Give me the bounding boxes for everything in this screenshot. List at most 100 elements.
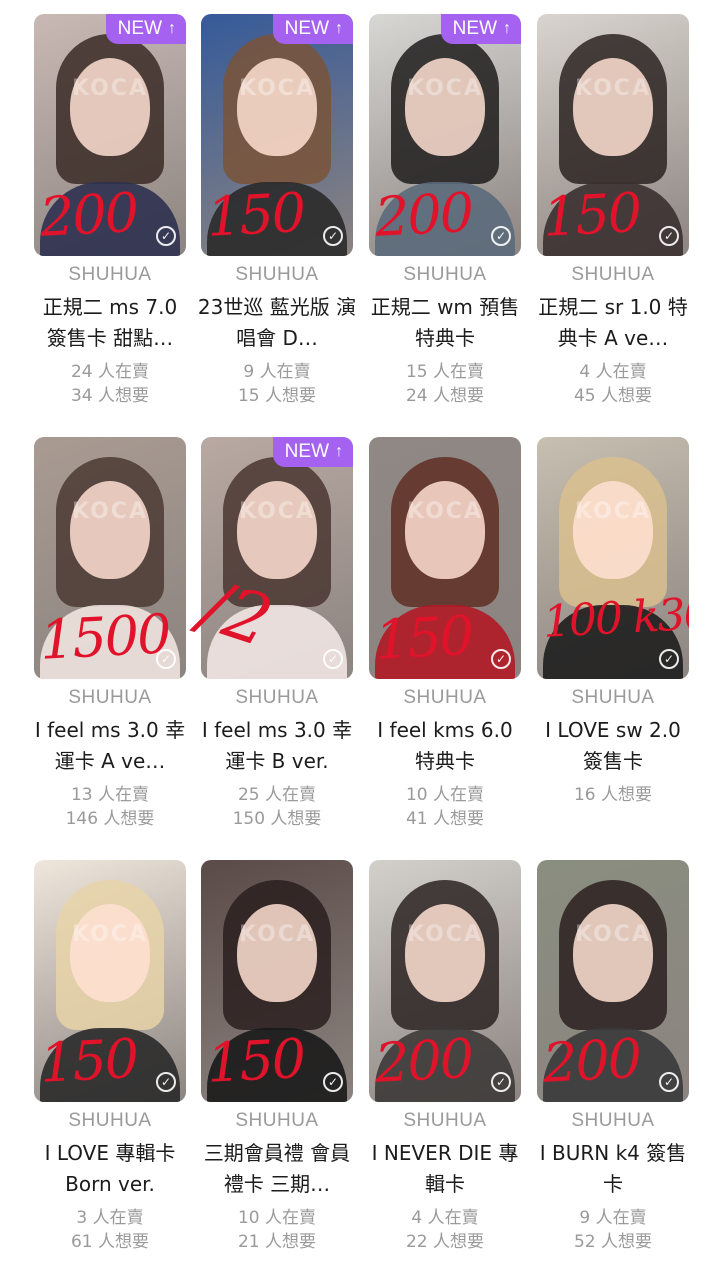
card-stats: 16 人想要 bbox=[537, 783, 689, 807]
selling-count: 10 人在賣 bbox=[405, 785, 485, 805]
check-circle-icon[interactable]: ✓ bbox=[659, 649, 679, 669]
card-title[interactable]: 23世巡 藍光版 演唱會 D… bbox=[197, 292, 357, 354]
selling-count: 13 人在賣 bbox=[70, 785, 150, 805]
card-stats: 9 人在賣 15 人想要 bbox=[201, 360, 353, 408]
face-shape bbox=[70, 481, 150, 579]
wanting-count: 24 人想要 bbox=[405, 386, 485, 406]
card-title[interactable]: 正規二 ms 7.0 簽售卡 甜點… bbox=[30, 292, 190, 354]
product-card[interactable]: KOCA 150 ✓ SHUHUA 三期會員禮 會員禮卡 三期… 10 人在賣 21 人想… bbox=[201, 860, 369, 1262]
watermark: KOCA bbox=[575, 922, 651, 947]
product-card[interactable]: KOCA 150 ✓ SHUHUA 正規二 sr 1.0 特典卡 A ve… 4 人在賣… bbox=[537, 14, 705, 434]
artist-name: SHUHUA bbox=[403, 687, 487, 708]
new-badge-label: NEW bbox=[284, 441, 329, 462]
check-circle-icon[interactable]: ✓ bbox=[491, 226, 511, 246]
wanting-count: 34 人想要 bbox=[70, 386, 150, 406]
check-circle-icon[interactable]: ✓ bbox=[156, 226, 176, 246]
card-title[interactable]: I NEVER DIE 專輯卡 bbox=[365, 1138, 525, 1200]
arrow-up-icon: ↑ bbox=[503, 20, 511, 37]
wanting-count: 41 人想要 bbox=[405, 809, 485, 829]
check-circle-icon[interactable]: ✓ bbox=[156, 649, 176, 669]
card-photo[interactable]: KOCA 100 k300 ✓ bbox=[537, 437, 689, 679]
watermark: KOCA bbox=[407, 499, 483, 524]
product-card[interactable]: KOCA 150 ✓ SHUHUA I LOVE 專輯卡 Born ver. 3 人在賣… bbox=[34, 860, 202, 1262]
card-photo[interactable]: KOCA NEW ↑ 200 ✓ bbox=[369, 14, 521, 256]
face-shape bbox=[405, 904, 485, 1002]
card-photo[interactable]: KOCA NEW ↑ 150 ✓ bbox=[201, 14, 353, 256]
arrow-up-icon: ↑ bbox=[335, 443, 343, 460]
card-stats: 4 人在賣 45 人想要 bbox=[537, 360, 689, 408]
face-shape bbox=[237, 481, 317, 579]
handwritten-price: 100 k300 bbox=[541, 586, 689, 648]
card-stats: 25 人在賣 150 人想要 bbox=[201, 783, 353, 831]
wanting-count: 15 人想要 bbox=[237, 386, 317, 406]
card-stats: 10 人在賣 41 人想要 bbox=[369, 783, 521, 831]
product-card[interactable]: KOCA 1500 ✓ SHUHUA I feel ms 3.0 幸運卡 A ve… 1… bbox=[34, 437, 202, 857]
check-circle-icon[interactable]: ✓ bbox=[323, 226, 343, 246]
wanting-count: 61 人想要 bbox=[70, 1232, 150, 1252]
face-shape bbox=[237, 58, 317, 156]
card-title[interactable]: I feel kms 6.0 特典卡 bbox=[365, 715, 525, 777]
watermark: KOCA bbox=[72, 922, 148, 947]
selling-count: 4 人在賣 bbox=[411, 1208, 479, 1228]
artist-name: SHUHUA bbox=[403, 1110, 487, 1131]
new-badge: NEW ↑ bbox=[105, 14, 186, 44]
card-title[interactable]: 正規二 sr 1.0 特典卡 A ve… bbox=[533, 292, 693, 354]
product-card[interactable]: KOCA 150 ✓ SHUHUA I feel kms 6.0 特典卡 10 人在賣 4… bbox=[369, 437, 537, 857]
watermark: KOCA bbox=[407, 76, 483, 101]
card-photo[interactable]: KOCA 150 ✓ bbox=[34, 860, 186, 1102]
product-card[interactable]: KOCA 200 ✓ SHUHUA I NEVER DIE 專輯卡 4 人在賣 22 人想… bbox=[369, 860, 537, 1262]
face-shape bbox=[70, 58, 150, 156]
check-circle-icon[interactable]: ✓ bbox=[323, 649, 343, 669]
artist-name: SHUHUA bbox=[571, 264, 655, 285]
watermark: KOCA bbox=[239, 922, 315, 947]
wanting-count: 150 人想要 bbox=[232, 809, 322, 829]
watermark: KOCA bbox=[407, 922, 483, 947]
product-card[interactable]: KOCA NEW ↑ 150 ✓ SHUHUA 23世巡 藍光版 演唱會 D… 9 人在賣 1… bbox=[198, 14, 369, 434]
selling-count: 9 人在賣 bbox=[243, 362, 311, 382]
product-card[interactable]: KOCA NEW ↑ 200 ✓ SHUHUA 正規二 ms 7.0 簽售卡 甜點… 24 … bbox=[34, 14, 202, 434]
card-title[interactable]: 正規二 wm 預售 特典卡 bbox=[365, 292, 525, 354]
check-circle-icon[interactable]: ✓ bbox=[659, 1072, 679, 1092]
card-title[interactable]: 三期會員禮 會員禮卡 三期… bbox=[197, 1138, 357, 1200]
face-shape bbox=[573, 904, 653, 1002]
card-title[interactable]: I LOVE 專輯卡 Born ver. bbox=[30, 1138, 190, 1200]
card-photo[interactable]: KOCA 200 ✓ bbox=[537, 860, 689, 1102]
selling-count: 3 人在賣 bbox=[76, 1208, 144, 1228]
card-stats: 10 人在賣 21 人想要 bbox=[201, 1206, 353, 1254]
check-circle-icon[interactable]: ✓ bbox=[491, 649, 511, 669]
check-circle-icon[interactable]: ✓ bbox=[491, 1072, 511, 1092]
watermark: KOCA bbox=[575, 76, 651, 101]
card-stats: 24 人在賣 34 人想要 bbox=[34, 360, 186, 408]
artist-name: SHUHUA bbox=[571, 1110, 655, 1131]
product-card[interactable]: KOCA 100 k300 ✓ SHUHUA I LOVE sw 2.0 簽售卡 16 … bbox=[537, 437, 705, 857]
card-title[interactable]: I feel ms 3.0 幸運卡 A ve… bbox=[30, 715, 190, 777]
face-shape bbox=[573, 481, 653, 579]
artist-name: SHUHUA bbox=[235, 264, 319, 285]
product-card[interactable]: KOCA 200 ✓ SHUHUA I BURN k4 簽售卡 9 人在賣 52 人想要 bbox=[537, 860, 705, 1262]
face-shape bbox=[405, 58, 485, 156]
card-title[interactable]: I LOVE sw 2.0 簽售卡 bbox=[533, 715, 693, 777]
card-stats: 4 人在賣 22 人想要 bbox=[369, 1206, 521, 1254]
card-photo[interactable]: KOCA 1500 ✓ bbox=[34, 437, 186, 679]
card-photo[interactable]: KOCA NEW ↑ 200 ✓ bbox=[34, 14, 186, 256]
card-photo[interactable]: KOCA 150 ✓ bbox=[201, 860, 353, 1102]
artist-name: SHUHUA bbox=[403, 264, 487, 285]
watermark: KOCA bbox=[239, 76, 315, 101]
card-photo[interactable]: KOCA 150 ✓ bbox=[369, 437, 521, 679]
selling-count: 25 人在賣 bbox=[237, 785, 317, 805]
card-title[interactable]: I feel ms 3.0 幸運卡 B ver. bbox=[197, 715, 357, 777]
check-circle-icon[interactable]: ✓ bbox=[156, 1072, 176, 1092]
check-circle-icon[interactable]: ✓ bbox=[323, 1072, 343, 1092]
card-photo[interactable]: KOCA 200 ✓ bbox=[369, 860, 521, 1102]
check-circle-icon[interactable]: ✓ bbox=[659, 226, 679, 246]
new-badge-label: NEW bbox=[117, 18, 162, 39]
selling-count: 24 人在賣 bbox=[70, 362, 150, 382]
selling-count: 15 人在賣 bbox=[405, 362, 485, 382]
face-shape bbox=[573, 58, 653, 156]
card-photo[interactable]: KOCA 150 ✓ bbox=[537, 14, 689, 256]
wanting-count: 146 人想要 bbox=[65, 809, 155, 829]
artist-name: SHUHUA bbox=[235, 1110, 319, 1131]
card-title[interactable]: I BURN k4 簽售卡 bbox=[533, 1138, 693, 1200]
product-card[interactable]: KOCA NEW ↑ 200 ✓ SHUHUA 正規二 wm 預售 特典卡 15 人在賣 24… bbox=[369, 14, 537, 434]
selling-count: 9 人在賣 bbox=[579, 1208, 647, 1228]
